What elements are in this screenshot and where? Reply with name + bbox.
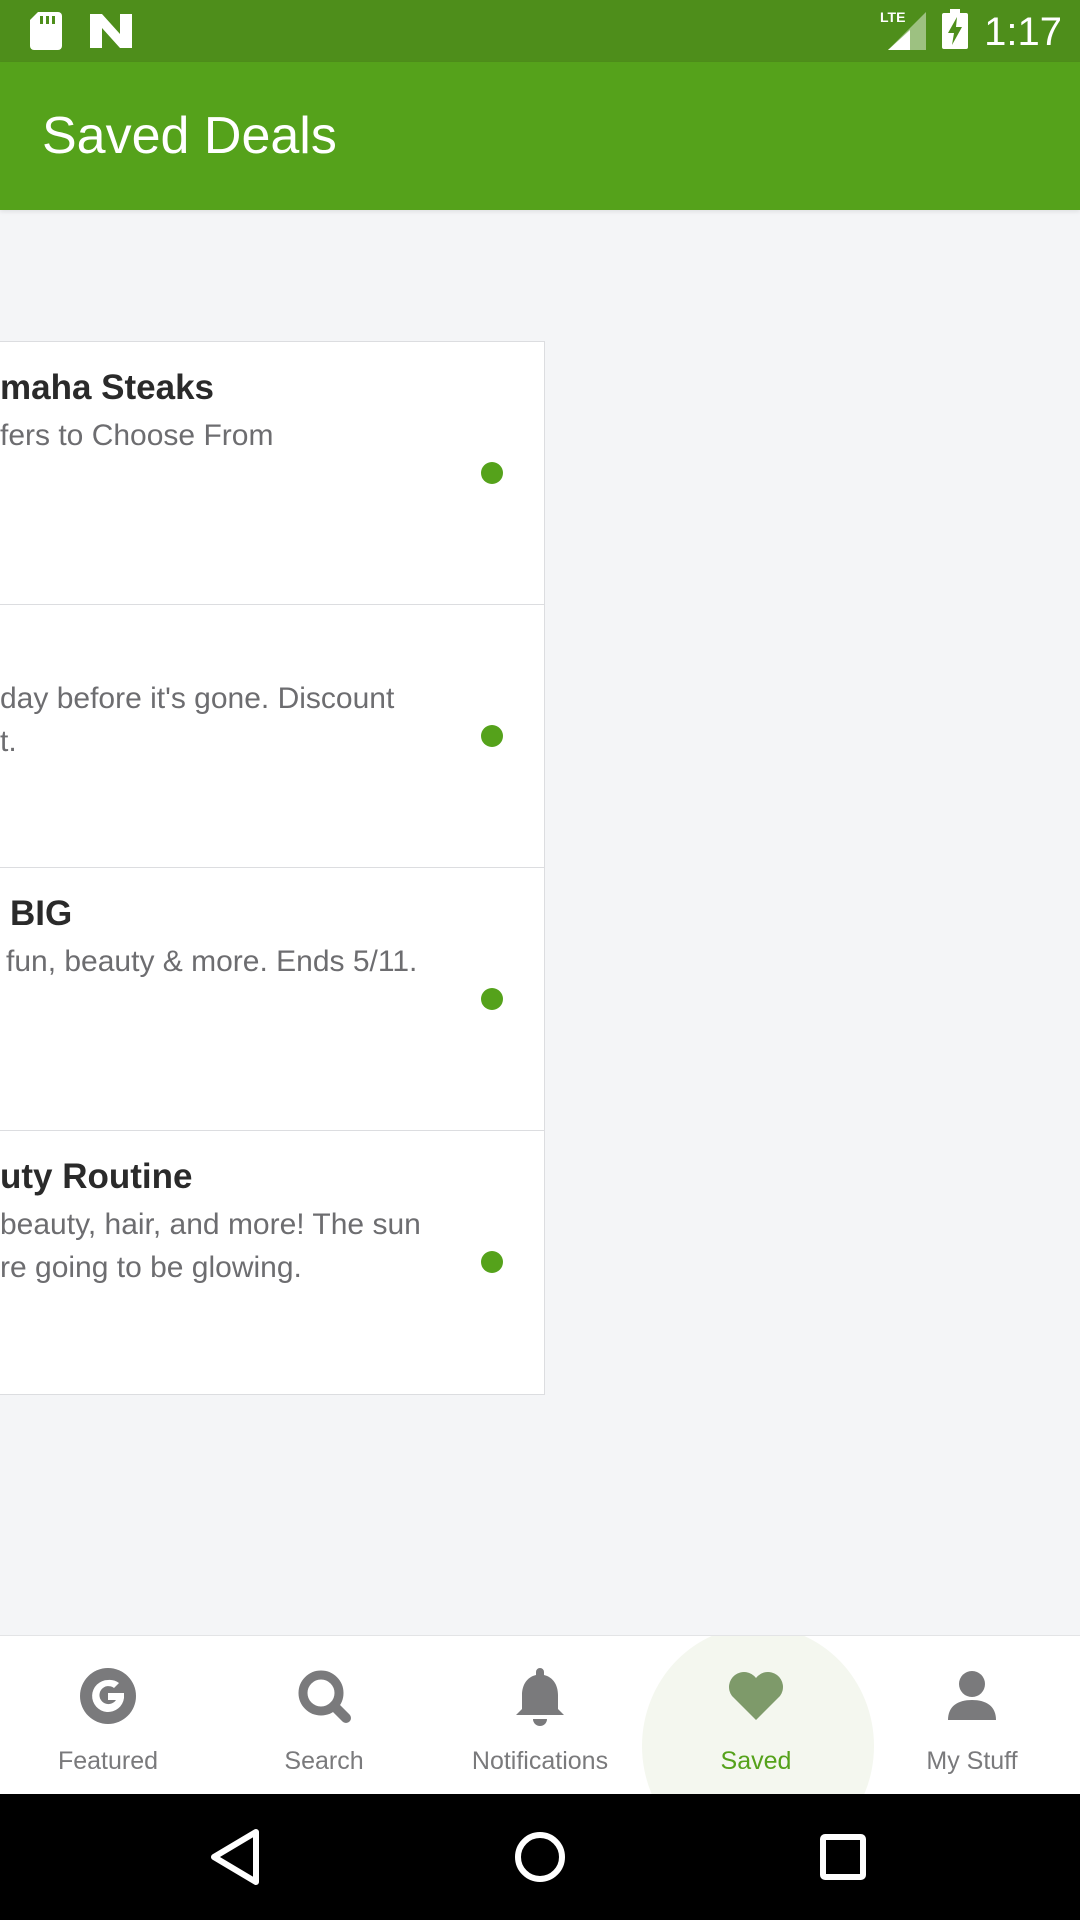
deal-description: fun, beauty & more. Ends 5/11. [6,945,418,978]
bottom-nav: Featured Search Notifications Saved My S… [0,1635,1080,1794]
deal-status-dot [481,988,503,1010]
saved-deals-list: maha Steaks fers to Choose From day befo… [0,341,545,1395]
bell-icon [508,1664,572,1728]
n-logo-icon [90,14,132,53]
heart-icon [724,1664,788,1728]
deal-card[interactable]: BIG fun, beauty & more. Ends 5/11. [0,868,544,1131]
deal-status-dot [481,1251,503,1273]
deal-card[interactable]: maha Steaks fers to Choose From [0,342,544,605]
nav-label: Featured [57,1747,159,1775]
deal-description: fers to Choose From [0,419,274,452]
deal-description: re going to be glowing. [0,1251,302,1284]
nav-item-search[interactable]: Search [216,1636,432,1794]
recents-icon[interactable] [808,1822,878,1892]
nav-item-featured[interactable]: Featured [0,1636,216,1794]
deal-description: beauty, hair, and more! The sun [0,1208,421,1241]
deal-description: t. [0,725,17,758]
app-bar: Saved Deals [0,62,1080,210]
nav-item-saved[interactable]: Saved [648,1636,864,1794]
status-bar: LTE 1:17 [0,0,1080,62]
nav-label: My Stuff [926,1747,1018,1775]
back-icon[interactable] [200,1822,270,1892]
person-icon [940,1664,1004,1728]
signal-icon: LTE [880,8,927,55]
status-time: 1:17 [984,9,1062,54]
nav-label: Search [284,1747,364,1775]
deal-card[interactable]: uty Routine beauty, hair, and more! The … [0,1131,544,1394]
network-type-label: LTE [880,9,905,25]
system-nav-bar [0,1794,1080,1920]
deal-description: day before it's gone. Discount [0,682,395,715]
page-title: Saved Deals [42,107,337,165]
nav-item-notifications[interactable]: Notifications [432,1636,648,1794]
groupon-g-icon [76,1664,140,1728]
deal-status-dot [481,725,503,747]
deal-title: maha Steaks [0,368,215,407]
nav-label: Saved [720,1747,792,1775]
deal-title: BIG [10,894,73,933]
search-icon [292,1664,356,1728]
battery-charging-icon [942,9,969,54]
deal-card[interactable]: day before it's gone. Discount t. [0,605,544,868]
home-icon[interactable] [505,1822,575,1892]
nav-item-my-stuff[interactable]: My Stuff [864,1636,1080,1794]
deal-status-dot [481,462,503,484]
deal-title: uty Routine [0,1157,193,1196]
nav-label: Notifications [471,1747,609,1775]
sd-card-icon [30,12,62,55]
